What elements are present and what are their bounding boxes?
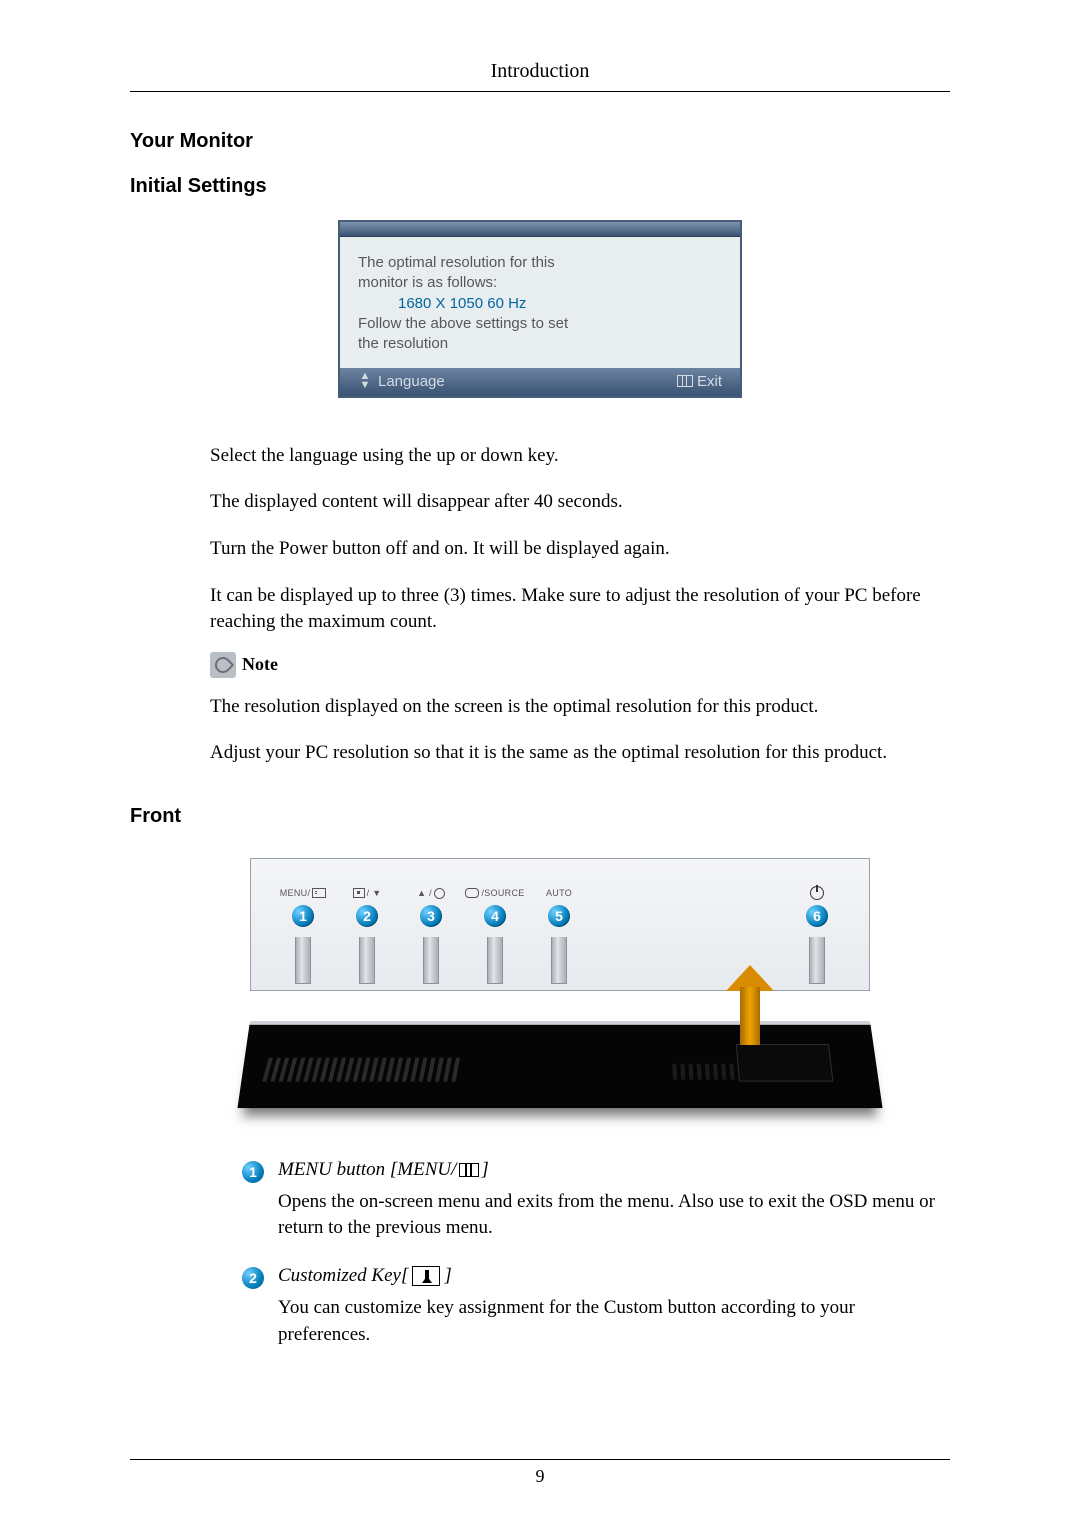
button-5-label: AUTO bbox=[546, 887, 572, 899]
paragraph: The resolution displayed on the screen i… bbox=[210, 694, 950, 721]
callout-box bbox=[736, 1044, 834, 1082]
osd-line: monitor is as follows: bbox=[358, 273, 722, 293]
number-circle-1: 1 bbox=[292, 905, 314, 927]
heading-front: Front bbox=[130, 805, 950, 828]
number-circle-5: 5 bbox=[548, 905, 570, 927]
front-diagram: MENU/ 1 / ▼ 2 ▲ / bbox=[250, 858, 870, 1109]
brightness-sun-icon bbox=[434, 888, 445, 899]
button-4: /SOURCE 4 bbox=[463, 887, 527, 984]
front-item-1-desc: Opens the on-screen menu and exits from … bbox=[278, 1189, 950, 1241]
note-row: Note bbox=[210, 652, 950, 678]
page-number: 9 bbox=[130, 1466, 950, 1487]
paragraph: Turn the Power button off and on. It wil… bbox=[210, 536, 950, 563]
osd-bottom-bar: ▲▼ Language Exit bbox=[340, 368, 740, 396]
vent-grating bbox=[672, 1064, 745, 1080]
osd-resolution: 1680 X 1050 60 Hz bbox=[358, 294, 722, 314]
button-stub bbox=[423, 937, 439, 984]
osd-dialog: The optimal resolution for this monitor … bbox=[338, 220, 742, 398]
paragraph: The displayed content will disappear aft… bbox=[210, 489, 950, 516]
note-icon bbox=[210, 652, 236, 678]
button-1: MENU/ 1 bbox=[271, 887, 335, 984]
menu-bars-icon bbox=[677, 375, 693, 387]
footer: 9 bbox=[130, 1459, 950, 1487]
button-3: ▲ / 3 bbox=[399, 887, 463, 984]
button-6: 6 bbox=[785, 887, 849, 984]
number-circle-2: 2 bbox=[356, 905, 378, 927]
front-item-2-desc: You can customize key assignment for the… bbox=[278, 1295, 950, 1347]
number-circle-2: 2 bbox=[242, 1267, 264, 1289]
button-panel: MENU/ 1 / ▼ 2 ▲ / bbox=[250, 858, 870, 991]
body-text: Select the language using the up or down… bbox=[210, 443, 950, 767]
osd-line: the resolution bbox=[358, 334, 722, 354]
osd-language-label: Language bbox=[378, 373, 445, 390]
button-5: AUTO 5 bbox=[527, 887, 591, 984]
number-circle-1: 1 bbox=[242, 1161, 264, 1183]
title-text: ] bbox=[481, 1159, 488, 1181]
osd-exit-label: Exit bbox=[697, 373, 722, 390]
number-circle-4: 4 bbox=[484, 905, 506, 927]
page: Introduction Your Monitor Initial Settin… bbox=[0, 0, 1080, 1527]
osd-titlebar bbox=[340, 222, 740, 237]
label-text: ▲ / bbox=[417, 888, 432, 898]
button-1-label: MENU/ bbox=[280, 887, 327, 899]
front-item-1-title: MENU button [MENU/ ] bbox=[278, 1159, 950, 1181]
running-header: Introduction bbox=[130, 60, 950, 83]
button-stub bbox=[295, 937, 311, 984]
button-stub bbox=[551, 937, 567, 984]
button-stub bbox=[809, 937, 825, 984]
updown-arrow-icon: ▲▼ bbox=[358, 372, 372, 390]
power-icon bbox=[810, 886, 824, 900]
number-circle-6: 6 bbox=[806, 905, 828, 927]
menu-bars-icon bbox=[312, 888, 326, 898]
heading-your-monitor: Your Monitor bbox=[130, 130, 950, 153]
paragraph: Adjust your PC resolution so that it is … bbox=[210, 740, 950, 767]
enter-icon bbox=[465, 888, 479, 898]
osd-body: The optimal resolution for this monitor … bbox=[340, 237, 740, 368]
menu-bars-icon bbox=[459, 1163, 479, 1177]
front-item-1: 1 MENU button [MENU/ ] Opens the on-scre… bbox=[242, 1159, 950, 1259]
osd-exit-group: Exit bbox=[677, 373, 722, 390]
note-label: Note bbox=[242, 652, 278, 677]
monitor-bezel bbox=[237, 1021, 882, 1108]
title-text: ] bbox=[444, 1265, 451, 1287]
bezel-wrap bbox=[250, 1021, 870, 1109]
arrow-up-icon bbox=[726, 965, 774, 1045]
paragraph: Select the language using the up or down… bbox=[210, 443, 950, 470]
button-6-label bbox=[810, 887, 824, 899]
button-stub bbox=[359, 937, 375, 984]
heading-initial-settings: Initial Settings bbox=[130, 175, 950, 198]
paragraph: It can be displayed up to three (3) time… bbox=[210, 583, 950, 636]
front-item-2: 2 Customized Key[ ] You can customize ke… bbox=[242, 1265, 950, 1365]
button-4-label: /SOURCE bbox=[465, 887, 524, 899]
vent-grating bbox=[262, 1058, 462, 1082]
button-3-label: ▲ / bbox=[417, 887, 445, 899]
button-2: / ▼ 2 bbox=[335, 887, 399, 984]
box-dot-icon bbox=[353, 888, 365, 898]
front-item-2-title: Customized Key[ ] bbox=[278, 1265, 950, 1287]
custom-key-icon bbox=[412, 1266, 440, 1286]
title-text: MENU button [MENU/ bbox=[278, 1159, 456, 1181]
label-text: /SOURCE bbox=[481, 888, 524, 898]
number-circle-3: 3 bbox=[420, 905, 442, 927]
label-text: MENU/ bbox=[280, 888, 311, 898]
header-rule bbox=[130, 91, 950, 92]
front-description-list: 1 MENU button [MENU/ ] Opens the on-scre… bbox=[242, 1159, 950, 1366]
osd-line: Follow the above settings to set bbox=[358, 314, 722, 334]
button-2-label: / ▼ bbox=[353, 887, 382, 899]
button-stub bbox=[487, 937, 503, 984]
label-text: / ▼ bbox=[367, 888, 382, 898]
title-text: Customized Key[ bbox=[278, 1265, 408, 1287]
footer-rule bbox=[130, 1459, 950, 1460]
osd-line: The optimal resolution for this bbox=[358, 253, 722, 273]
